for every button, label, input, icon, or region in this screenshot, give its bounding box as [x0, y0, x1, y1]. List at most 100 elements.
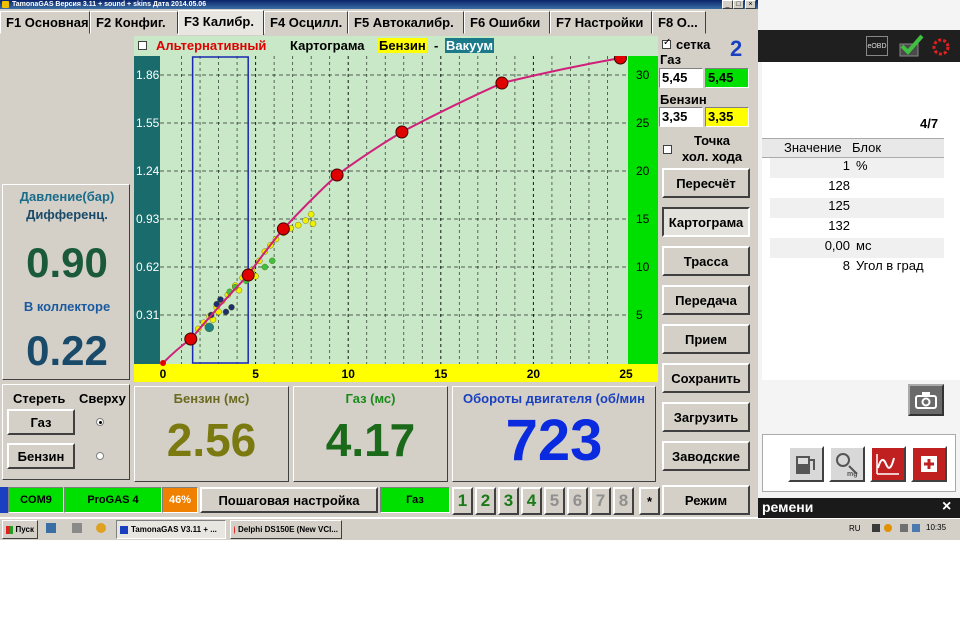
gas-label: Газ — [660, 52, 682, 67]
tray-icon[interactable] — [900, 524, 908, 532]
save-button[interactable]: Сохранить — [662, 363, 750, 393]
petrol-label: Бензин — [660, 92, 707, 107]
trace-button[interactable]: Трасса — [662, 246, 750, 276]
task-delphi-label: Delphi DS150E (New VCI... — [237, 525, 338, 534]
folder-icon[interactable] — [72, 523, 82, 533]
erase-petrol-button[interactable]: Бензин — [7, 443, 75, 469]
row-value: 8 — [842, 258, 850, 273]
minimize-button[interactable]: _ — [722, 0, 733, 9]
task-delphi[interactable]: Delphi DS150E (New VCI... — [230, 520, 342, 539]
step-setup-button[interactable]: Пошаговая настройка — [200, 487, 378, 513]
com-port: COM9 — [8, 487, 64, 513]
pressure-panel: Давление(бар) Дифференц. 0.90 В коллекто… — [2, 184, 130, 380]
clock: 10:35 — [926, 523, 947, 532]
tab-f6[interactable]: F6 Ошибки — [464, 11, 550, 34]
x-tick-label: 15 — [434, 367, 448, 381]
curve-node — [160, 360, 166, 366]
star-button[interactable]: * — [639, 487, 660, 515]
scatter-point — [302, 217, 309, 224]
tray-icon[interactable] — [884, 524, 892, 532]
delphi-bottom-text: ремени — [762, 499, 814, 515]
start-label: Пуск — [15, 525, 34, 534]
right-axis-band — [628, 56, 658, 364]
close-button[interactable]: × — [745, 0, 756, 9]
idle-checkbox-icon[interactable] — [663, 145, 672, 154]
step-button-1[interactable]: 1 — [452, 487, 473, 515]
checkmark-icon[interactable] — [898, 34, 924, 58]
gas-readout: Газ (мс) 4.17 — [293, 386, 448, 482]
tab-f3[interactable]: F3 Калибр. — [178, 10, 264, 35]
map-button[interactable]: Картограма — [662, 207, 750, 237]
camera-button[interactable] — [908, 384, 944, 416]
tab-f7[interactable]: F7 Настройки — [550, 11, 652, 34]
tab-f4[interactable]: F4 Осцилл. — [264, 11, 348, 34]
grid-checkbox-icon[interactable] — [662, 37, 671, 49]
idle-label-2: хол. хода — [682, 149, 743, 164]
scatter-point — [222, 308, 230, 316]
rpm-readout-label: Обороты двигателя (об/мин — [462, 391, 646, 406]
table-row: 8 Угол в град — [770, 258, 944, 278]
map-label: Картограма — [290, 38, 365, 53]
step-button-6[interactable]: 6 — [567, 487, 588, 515]
step-button-7[interactable]: 7 — [590, 487, 611, 515]
close-icon[interactable]: × — [942, 498, 951, 516]
send-button[interactable]: Передача — [662, 285, 750, 315]
checkbox-icon[interactable] — [138, 41, 147, 50]
fuel-button[interactable] — [788, 446, 824, 482]
maximize-button[interactable]: □ — [733, 0, 744, 9]
graph-icon — [876, 454, 899, 475]
tab-f8[interactable]: F8 О... — [652, 11, 706, 34]
curve-node — [184, 332, 198, 346]
step-button-8[interactable]: 8 — [613, 487, 634, 515]
desktop-icon[interactable] — [46, 523, 56, 533]
grid-label: сетка — [676, 37, 711, 52]
gas-value-field[interactable]: 5,45 — [659, 68, 703, 88]
erase-gas-button[interactable]: Газ — [7, 409, 75, 435]
tab-strip: F1 Основная F2 Конфиг. F3 Калибр. F4 Осц… — [0, 10, 706, 35]
row-unit: мс — [856, 238, 872, 253]
step-button-3[interactable]: 3 — [498, 487, 519, 515]
tray-icon[interactable] — [872, 524, 880, 532]
settings-icon[interactable] — [930, 36, 952, 58]
x-tick-label: 0 — [160, 367, 167, 381]
row-value: 1 — [842, 158, 850, 173]
step-button-2[interactable]: 2 — [475, 487, 496, 515]
receive-button[interactable]: Прием — [662, 324, 750, 354]
factory-button[interactable]: Заводские — [662, 441, 750, 471]
col-unit-header: Блок — [852, 140, 882, 155]
browser-icon[interactable] — [96, 523, 106, 533]
graph-button[interactable] — [870, 446, 906, 482]
diff-label: Дифференц. — [26, 207, 108, 222]
rpm-readout-value: 723 — [505, 408, 603, 473]
delphi-header-strip — [762, 62, 960, 90]
recalc-button[interactable]: Пересчёт — [662, 168, 750, 198]
petrol-value-field[interactable]: 3,35 — [659, 107, 703, 127]
rpm-readout: Обороты двигателя (об/мин 723 — [452, 386, 656, 482]
mode-button[interactable]: Режим — [662, 485, 750, 515]
start-button[interactable]: Пуск — [2, 520, 38, 539]
petrol-readout-value: 2.56 — [166, 414, 257, 466]
row-value: 0,00 — [824, 238, 850, 253]
language-indicator[interactable]: RU — [849, 524, 861, 533]
collector-label: В коллекторе — [23, 299, 111, 314]
medical-button[interactable] — [911, 446, 947, 482]
x-tick-label: 25 — [619, 367, 633, 381]
radio-icon[interactable] — [96, 418, 104, 426]
radio-icon[interactable] — [96, 452, 104, 460]
right-tick-label: 10 — [636, 260, 650, 274]
network-icon[interactable] — [912, 524, 920, 532]
tab-f1[interactable]: F1 Основная — [0, 11, 90, 34]
table-row: 0,00 мс — [770, 238, 944, 258]
tab-f5[interactable]: F5 Автокалибр. — [348, 11, 464, 34]
tab-f2[interactable]: F2 Конфиг. — [90, 11, 178, 34]
load-button[interactable]: Загрузить — [662, 402, 750, 432]
step-button-5[interactable]: 5 — [544, 487, 565, 515]
step-button-4[interactable]: 4 — [521, 487, 542, 515]
right-tick-label: 25 — [636, 116, 650, 130]
obd-icon[interactable]: eOBD — [866, 36, 888, 56]
gauge-button[interactable]: mg — [829, 446, 865, 482]
left-tick-label: 0.31 — [136, 308, 160, 322]
chart-plot[interactable]: 0 5 10 15 20 25 1.86 1.55 1.24 0.93 0.62 0.31 30 25 20… — [134, 56, 658, 382]
petrol-readout: Бензин (мс) 2.56 — [134, 386, 289, 482]
task-tamonagas[interactable]: TamonaGAS V3.11 + ... — [116, 520, 226, 539]
